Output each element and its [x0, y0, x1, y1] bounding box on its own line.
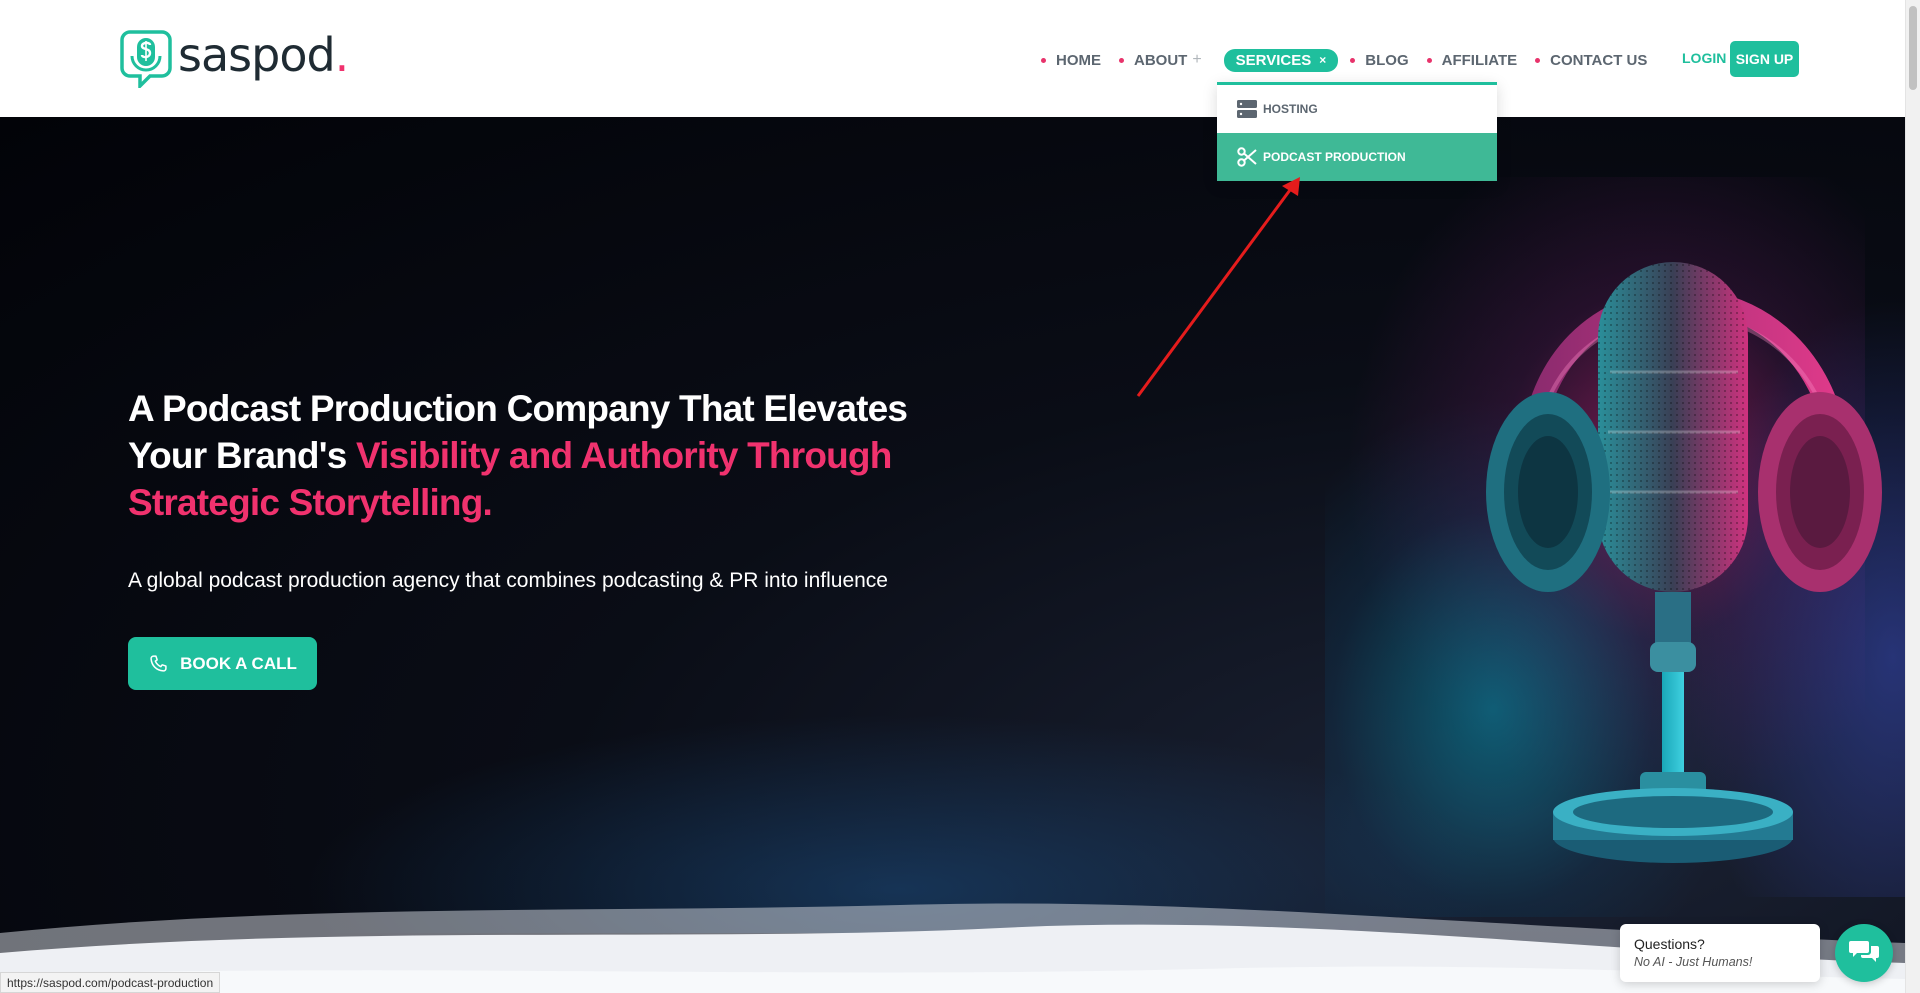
menu-item-podcast-production[interactable]: PODCAST PRODUCTION — [1217, 133, 1497, 181]
book-a-call-button[interactable]: BOOK A CALL — [128, 637, 317, 690]
services-dropdown: HOSTING PODCAST PRODUCTION — [1217, 82, 1497, 181]
chat-answer: No AI - Just Humans! — [1634, 955, 1753, 969]
nav-about[interactable]: ABOUT + — [1119, 51, 1202, 69]
phone-icon — [148, 654, 168, 674]
scissors-icon — [1237, 147, 1257, 167]
logo-wordmark: saspod. — [178, 28, 349, 82]
nav-services[interactable]: SERVICES × — [1223, 48, 1339, 72]
hero-subtitle: A global podcast production agency that … — [128, 569, 888, 592]
microphone-bubble-icon — [120, 28, 172, 91]
main-nav: HOME ABOUT + SERVICES × BLOG AFFILIATE CON… — [1041, 48, 1665, 72]
page-scrollbar[interactable] — [1905, 0, 1920, 993]
menu-item-hosting[interactable]: HOSTING — [1217, 85, 1497, 133]
server-icon — [1237, 99, 1257, 119]
nav-affiliate[interactable]: AFFILIATE — [1426, 52, 1517, 69]
site-header: saspod. HOME ABOUT + SERVICES × BLOG AFFIL… — [0, 0, 1905, 117]
chat-open-button[interactable] — [1835, 924, 1893, 982]
login-link[interactable]: LOGIN — [1682, 50, 1726, 66]
chat-prompt[interactable]: Questions? No AI - Just Humans! — [1620, 924, 1820, 982]
chat-question: Questions? — [1634, 936, 1705, 952]
signup-button[interactable]: SIGN UP — [1730, 41, 1799, 77]
book-a-call-label: BOOK A CALL — [180, 653, 297, 673]
scrollbar-thumb[interactable] — [1909, 6, 1917, 90]
nav-bullet — [1535, 57, 1541, 63]
nav-bullet — [1041, 57, 1046, 63]
saspod-logo[interactable]: saspod. — [120, 28, 349, 91]
hero-heading: A Podcast Production Company That Elevat… — [128, 385, 948, 526]
nav-bullet — [1426, 57, 1432, 63]
hero-section: A Podcast Production Company That Elevat… — [0, 117, 1905, 993]
nav-bullet — [1350, 57, 1356, 63]
browser-status-bar: https://saspod.com/podcast-production — [0, 972, 221, 993]
nav-bullet — [1119, 57, 1124, 63]
microphone-headphones-image — [1486, 262, 1882, 863]
menu-item-label: PODCAST PRODUCTION — [1263, 150, 1406, 164]
plus-icon: + — [1192, 51, 1202, 68]
nav-blog[interactable]: BLOG — [1350, 52, 1409, 69]
chat-icon — [1849, 938, 1879, 969]
menu-item-label: HOSTING — [1263, 102, 1318, 116]
close-icon: × — [1319, 53, 1327, 67]
nav-home[interactable]: HOME — [1041, 52, 1101, 69]
nav-contact-us[interactable]: CONTACT US — [1535, 52, 1647, 69]
